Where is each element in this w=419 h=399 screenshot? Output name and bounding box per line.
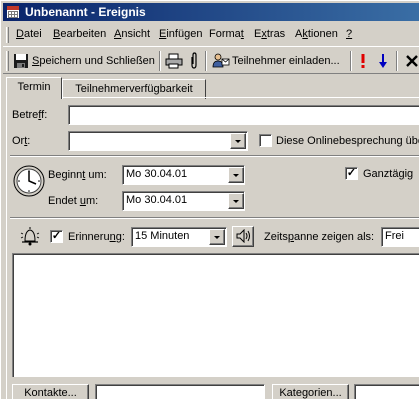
invite-attendees-icon: [212, 53, 230, 68]
print-button[interactable]: [165, 51, 183, 71]
menu-bearbeiten[interactable]: Bearbeiten: [53, 28, 106, 40]
menu-bar: Datei Bearbeiten Ansicht Einfügen Format…: [3, 25, 419, 45]
toolbar-separator: [396, 51, 398, 71]
end-date-dropdown-button[interactable]: [228, 193, 244, 209]
reminder-sound-button[interactable]: [232, 226, 254, 247]
toolbar-separator: [350, 51, 352, 71]
bell-icon: [20, 227, 40, 246]
menu-einfuegen[interactable]: Einfügen: [159, 28, 202, 40]
menu-datei[interactable]: Datei: [16, 28, 42, 40]
allday-checkbox[interactable]: ✓: [345, 167, 358, 180]
invite-attendees-button[interactable]: Teilnehmer einladen...: [212, 51, 340, 71]
menu-ansicht[interactable]: Ansicht: [114, 28, 150, 40]
divider: [10, 155, 419, 157]
categories-button[interactable]: Kategorien...: [272, 384, 349, 399]
showas-select[interactable]: Frei: [381, 227, 419, 247]
clock-icon: [13, 165, 45, 197]
showas-label: Zeitspanne zeigen als:: [264, 231, 375, 243]
menubar-grip[interactable]: [6, 27, 9, 43]
attach-button[interactable]: [188, 51, 200, 71]
location-label: Ort:: [12, 135, 31, 147]
speaker-icon: [236, 228, 250, 244]
toolbar-separator: [205, 51, 207, 71]
high-importance-button[interactable]: [359, 51, 367, 71]
start-date-dropdown-button[interactable]: [228, 167, 244, 183]
tab-availability[interactable]: Teilnehmerverfügbarkeit: [62, 79, 206, 99]
print-icon: [165, 53, 183, 69]
start-date-input[interactable]: Mo 30.04.01: [122, 165, 245, 185]
notes-textarea[interactable]: [12, 253, 419, 377]
window-title: Unbenannt - Ereignis: [25, 5, 146, 19]
menu-format[interactable]: Format: [209, 28, 244, 40]
menu-help[interactable]: ?: [346, 28, 352, 40]
toolbar-grip[interactable]: [6, 51, 9, 71]
subject-label: Betreff:: [12, 109, 48, 121]
save-close-button[interactable]: Speichern und Schließen: [13, 51, 155, 71]
low-importance-icon: [379, 54, 387, 68]
start-label: Beginnt um:: [48, 169, 107, 181]
high-importance-icon: [361, 54, 365, 68]
save-icon: [14, 54, 28, 68]
reminder-checkbox[interactable]: ✓: [50, 230, 63, 243]
categories-input[interactable]: [354, 384, 419, 399]
contacts-input[interactable]: [95, 384, 265, 399]
subject-input[interactable]: [68, 105, 419, 125]
low-importance-button[interactable]: [378, 51, 388, 71]
contacts-button[interactable]: Kontakte...: [12, 384, 89, 399]
delete-button[interactable]: [405, 51, 419, 71]
location-dropdown-button[interactable]: [230, 133, 246, 149]
menu-extras[interactable]: Extras: [254, 28, 285, 40]
online-meeting-checkbox[interactable]: [259, 134, 272, 147]
divider: [10, 217, 419, 219]
online-meeting-label: Diese Onlinebesprechung über: [276, 135, 419, 147]
tab-termin[interactable]: Termin: [6, 77, 62, 99]
toolbar-separator: [159, 51, 161, 71]
calendar-app-icon: [6, 5, 20, 19]
end-label: Endet um:: [48, 195, 99, 207]
reminder-dropdown-button[interactable]: [209, 229, 225, 245]
event-window: Unbenannt - Ereignis Datei Bearbeiten An…: [0, 0, 419, 399]
allday-label: Ganztägig: [363, 168, 414, 180]
location-input[interactable]: [68, 131, 248, 151]
menu-aktionen[interactable]: Aktionen: [295, 28, 338, 40]
reminder-label: Erinnerung:: [68, 231, 125, 243]
standard-toolbar: Speichern und Schließen Teilnehmer einla: [3, 46, 419, 74]
end-date-input[interactable]: Mo 30.04.01: [122, 191, 245, 211]
title-bar[interactable]: Unbenannt - Ereignis: [3, 3, 419, 21]
delete-icon: [406, 55, 418, 67]
paperclip-icon: [191, 52, 197, 69]
